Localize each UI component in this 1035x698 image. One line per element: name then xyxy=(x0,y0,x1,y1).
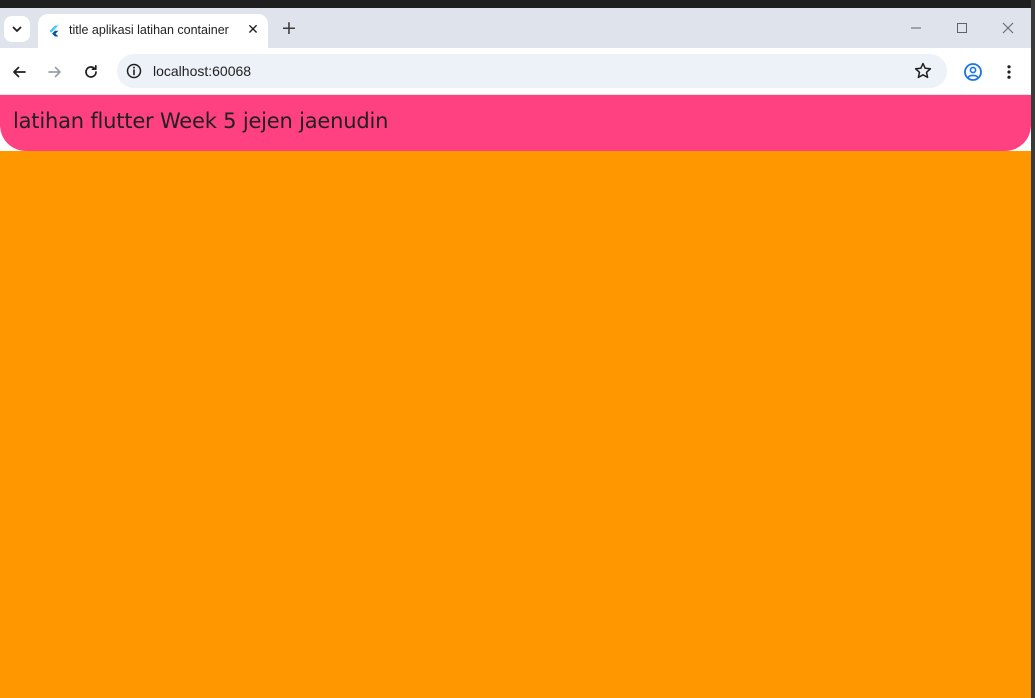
tab-active[interactable]: title aplikasi latihan container ✕ xyxy=(38,14,268,48)
profile-button[interactable] xyxy=(961,60,985,84)
menu-button[interactable] xyxy=(997,60,1021,84)
tab-strip: title aplikasi latihan container ✕ + xyxy=(0,8,1031,48)
app-bar: latihan flutter Week 5 jejen jaenudin xyxy=(0,95,1031,151)
tab-search-button[interactable] xyxy=(4,16,30,42)
tab-close-button[interactable]: ✕ xyxy=(244,21,262,39)
maximize-icon xyxy=(957,23,967,33)
close-icon xyxy=(1002,22,1014,34)
forward-button[interactable] xyxy=(43,60,67,84)
desktop-edge xyxy=(1031,0,1035,698)
flutter-icon xyxy=(49,25,59,37)
minimize-icon xyxy=(911,27,921,29)
kebab-menu-icon xyxy=(1007,65,1011,79)
info-icon[interactable] xyxy=(125,62,143,80)
address-bar[interactable]: localhost:60068 xyxy=(117,54,947,88)
arrow-left-icon xyxy=(13,66,26,78)
arrow-right-icon xyxy=(48,66,61,78)
tab-title: title aplikasi latihan container xyxy=(69,23,229,37)
url-text[interactable]: localhost:60068 xyxy=(153,63,251,79)
profile-icon xyxy=(964,63,982,81)
reload-button[interactable] xyxy=(79,60,103,84)
reload-icon xyxy=(85,64,97,78)
browser-toolbar: localhost:60068 xyxy=(0,48,1031,95)
maximize-button[interactable] xyxy=(950,16,974,40)
new-tab-button[interactable]: + xyxy=(279,17,299,39)
back-button[interactable] xyxy=(7,60,31,84)
app-bar-title: latihan flutter Week 5 jejen jaenudin xyxy=(13,109,389,133)
star-icon[interactable] xyxy=(913,61,933,81)
app-body xyxy=(0,95,1031,698)
chevron-down-icon xyxy=(12,26,22,32)
desktop-strip xyxy=(0,0,1035,8)
browser-window: title aplikasi latihan container ✕ + loc… xyxy=(0,8,1031,698)
minimize-button[interactable] xyxy=(904,16,928,40)
close-window-button[interactable] xyxy=(996,16,1020,40)
